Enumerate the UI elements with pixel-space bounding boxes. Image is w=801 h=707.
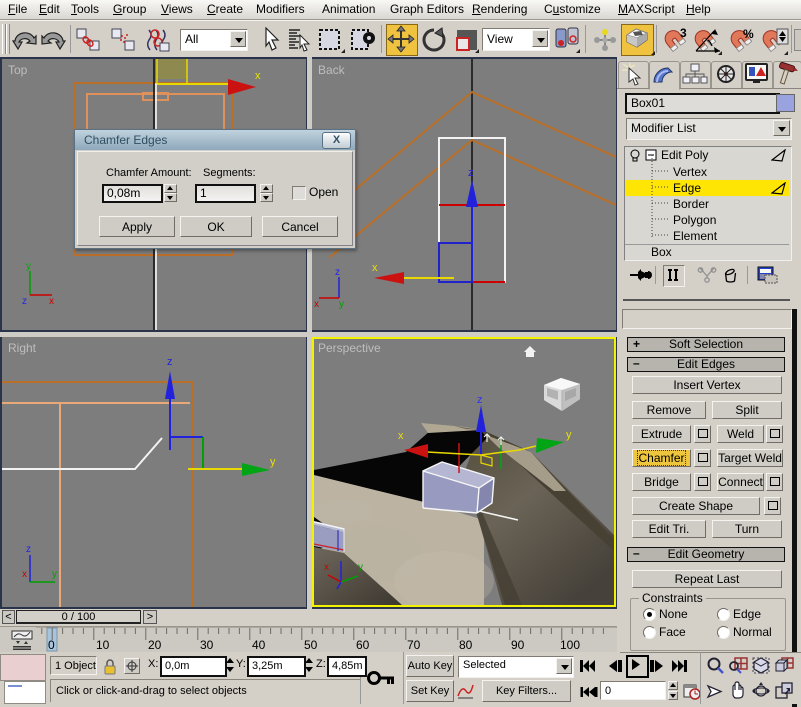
svg-text:0: 0 xyxy=(48,638,55,652)
svg-text:20: 20 xyxy=(148,638,162,652)
svg-text:100: 100 xyxy=(560,638,580,652)
svg-text:30: 30 xyxy=(200,638,214,652)
svg-text:z: z xyxy=(335,267,340,278)
svg-text:70: 70 xyxy=(407,638,421,652)
svg-text:y: y xyxy=(52,569,57,580)
svg-text:10: 10 xyxy=(96,638,110,652)
svg-text:x: x xyxy=(324,562,329,573)
svg-text:x: x xyxy=(22,569,27,580)
svg-text:80: 80 xyxy=(459,638,473,652)
svg-text:y: y xyxy=(358,562,363,573)
svg-text:z: z xyxy=(468,167,474,179)
svg-text:z: z xyxy=(477,394,483,406)
svg-text:x: x xyxy=(398,430,404,442)
svg-text:x: x xyxy=(49,296,54,307)
svg-text:x: x xyxy=(314,299,319,310)
svg-text:z: z xyxy=(26,544,31,555)
svg-text:x: x xyxy=(255,70,261,82)
svg-text:90: 90 xyxy=(511,638,525,652)
svg-text:40: 40 xyxy=(252,638,266,652)
svg-text:z: z xyxy=(167,356,173,368)
svg-text:50: 50 xyxy=(304,638,318,652)
svg-text:60: 60 xyxy=(356,638,370,652)
svg-text:x: x xyxy=(372,262,378,274)
svg-text:z: z xyxy=(22,296,27,307)
svg-text:y: y xyxy=(26,261,31,272)
svg-text:y: y xyxy=(270,456,276,468)
svg-text:y: y xyxy=(339,299,344,310)
svg-text:y: y xyxy=(566,429,572,441)
